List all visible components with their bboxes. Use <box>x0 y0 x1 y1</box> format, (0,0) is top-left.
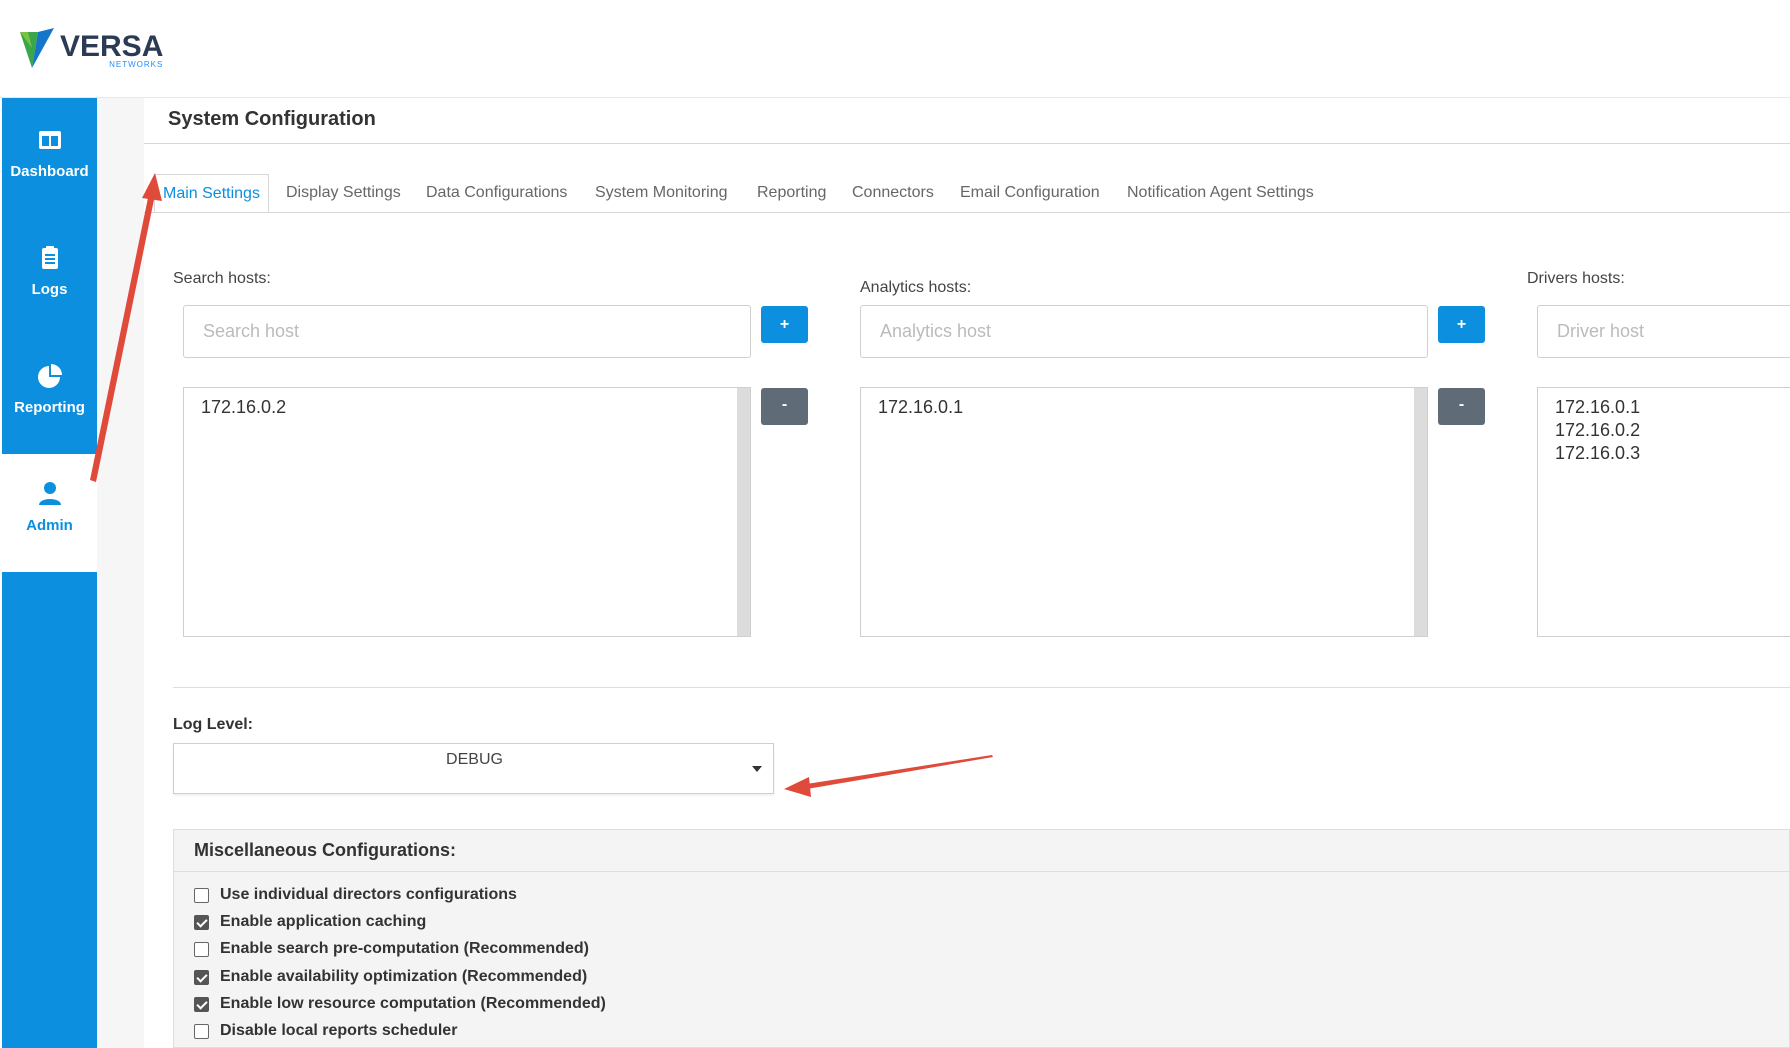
checkbox[interactable] <box>194 969 209 985</box>
tab-main-settings[interactable]: Main Settings <box>154 174 269 213</box>
checkbox[interactable] <box>194 887 209 903</box>
search-host-input[interactable] <box>183 305 751 358</box>
main-content: System Configuration Main Settings Displ… <box>144 98 1790 1048</box>
dashboard-icon <box>39 131 61 149</box>
list-item[interactable]: 172.16.0.2 <box>1538 419 1640 442</box>
remove-analytics-host-button[interactable]: - <box>1438 388 1485 425</box>
option-label: Use individual directors configurations <box>220 886 517 903</box>
section-divider <box>173 687 1790 688</box>
option-availability-optimization[interactable]: Enable availability optimization (Recomm… <box>194 967 587 987</box>
add-analytics-host-button[interactable]: + <box>1438 306 1485 343</box>
versa-logo-mark <box>20 28 54 68</box>
list-item[interactable]: 172.16.0.3 <box>1538 442 1640 465</box>
remove-search-host-button[interactable]: - <box>761 388 808 425</box>
clipboard-icon <box>42 246 58 269</box>
scrollbar[interactable] <box>1414 388 1427 636</box>
sidebar-item-reporting[interactable]: Reporting <box>2 335 97 453</box>
sidebar-item-logs[interactable]: Logs <box>2 216 97 334</box>
caret-down-icon <box>752 766 762 772</box>
list-item[interactable]: 172.16.0.1 <box>861 396 963 419</box>
analytics-host-input[interactable] <box>860 305 1428 358</box>
search-hosts-list[interactable]: 172.16.0.2 <box>183 387 751 637</box>
sidebar-item-label: Reporting <box>14 399 85 416</box>
sidebar: Dashboard Logs Reporting Admin <box>2 98 97 1048</box>
analytics-hosts-list[interactable]: 172.16.0.1 <box>860 387 1428 637</box>
versa-logo[interactable]: VERSA NETWORKS <box>18 26 163 70</box>
list-item[interactable]: 172.16.0.2 <box>184 396 286 419</box>
tabs-divider <box>144 212 1790 213</box>
tab-data-configurations[interactable]: Data Configurations <box>426 174 567 212</box>
list-item[interactable]: 172.16.0.1 <box>1538 396 1640 419</box>
sidebar-item-dashboard[interactable]: Dashboard <box>2 98 97 216</box>
content-gutter <box>97 98 144 1048</box>
tab-reporting[interactable]: Reporting <box>757 174 826 212</box>
option-label: Enable search pre-computation (Recommend… <box>220 940 589 957</box>
tab-email-configuration[interactable]: Email Configuration <box>960 174 1100 212</box>
checkbox[interactable] <box>194 996 209 1012</box>
tab-connectors[interactable]: Connectors <box>852 174 934 212</box>
option-individual-directors[interactable]: Use individual directors configurations <box>194 885 517 905</box>
brand-name: VERSA <box>60 30 164 63</box>
app-header: VERSA NETWORKS <box>0 0 1790 98</box>
option-label: Enable availability optimization (Recomm… <box>220 968 588 985</box>
drivers-hosts-label: Drivers hosts: <box>1527 270 1625 287</box>
option-label: Enable application caching <box>220 913 427 930</box>
sidebar-item-admin[interactable]: Admin <box>2 454 97 572</box>
option-application-caching[interactable]: Enable application caching <box>194 912 426 932</box>
log-level-select[interactable]: DEBUG <box>173 743 774 794</box>
tab-display-settings[interactable]: Display Settings <box>286 174 401 212</box>
option-low-resource-computation[interactable]: Enable low resource computation (Recomme… <box>194 994 606 1014</box>
option-label: Disable local reports scheduler <box>220 1022 458 1039</box>
user-icon <box>39 482 61 505</box>
log-level-label: Log Level: <box>173 716 254 733</box>
option-search-precomputation[interactable]: Enable search pre-computation (Recommend… <box>194 939 589 959</box>
add-search-host-button[interactable]: + <box>761 306 808 343</box>
search-hosts-label: Search hosts: <box>173 270 271 287</box>
sidebar-item-label: Dashboard <box>10 163 89 180</box>
misc-configurations-header: Miscellaneous Configurations: <box>174 830 1790 872</box>
checkbox[interactable] <box>194 1023 209 1039</box>
analytics-hosts-label: Analytics hosts: <box>860 279 972 296</box>
option-label: Enable low resource computation (Recomme… <box>220 995 606 1012</box>
misc-configurations-panel: Miscellaneous Configurations: Use indivi… <box>173 829 1790 1048</box>
misc-configurations-title: Miscellaneous Configurations: <box>194 840 457 860</box>
sidebar-item-label: Logs <box>31 281 68 298</box>
log-level-value: DEBUG <box>446 751 503 768</box>
scrollbar[interactable] <box>737 388 750 636</box>
drivers-hosts-list[interactable]: 172.16.0.1 172.16.0.2 172.16.0.3 <box>1537 387 1790 637</box>
option-disable-local-reports-scheduler[interactable]: Disable local reports scheduler <box>194 1021 457 1041</box>
sidebar-item-label: Admin <box>26 517 73 534</box>
checkbox[interactable] <box>194 914 209 930</box>
pie-chart-icon <box>38 364 62 388</box>
checkbox[interactable] <box>194 941 209 957</box>
page-title: System Configuration <box>168 108 376 130</box>
title-divider <box>144 143 1790 144</box>
tab-system-monitoring[interactable]: System Monitoring <box>595 174 728 212</box>
driver-host-input[interactable] <box>1537 305 1790 358</box>
tab-notification-agent-settings[interactable]: Notification Agent Settings <box>1127 174 1314 212</box>
